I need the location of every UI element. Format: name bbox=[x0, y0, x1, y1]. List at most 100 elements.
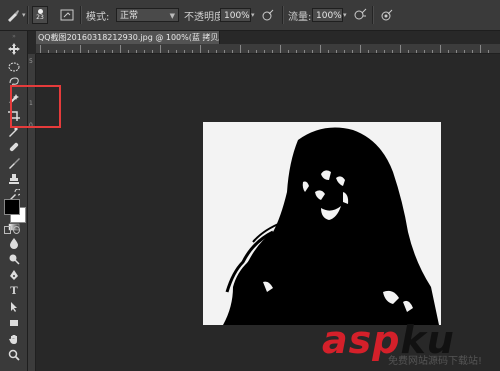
ruler-tick bbox=[416, 50, 417, 53]
pressure-size-button[interactable] bbox=[378, 5, 396, 25]
document-tab-title: QQ截图20160318212930.jpg @ 100%(蓝 拷贝/8) * bbox=[38, 33, 220, 42]
quick-mask-icon[interactable] bbox=[4, 226, 11, 234]
ruler-tick bbox=[464, 50, 465, 53]
pen-icon bbox=[10, 270, 18, 280]
brush-preview[interactable]: 23 bbox=[32, 6, 48, 24]
flow-label: 流量: bbox=[288, 11, 312, 23]
ruler-tick bbox=[280, 45, 281, 53]
clone-stamp-icon bbox=[9, 174, 19, 184]
ruler-tick bbox=[80, 45, 81, 53]
pen-pressure-icon bbox=[259, 6, 277, 24]
threshold-portrait-image bbox=[203, 122, 441, 325]
ruler-tick bbox=[208, 50, 209, 53]
ruler-tick bbox=[400, 45, 401, 53]
ruler-tick bbox=[352, 50, 353, 53]
path-select-tool[interactable] bbox=[0, 299, 28, 315]
document-canvas[interactable] bbox=[203, 122, 441, 325]
brush-size-picker[interactable]: 23 bbox=[32, 5, 48, 25]
ruler-tick bbox=[48, 50, 49, 53]
panel-collapse-icon[interactable]: » bbox=[0, 33, 28, 40]
mode-value: 正常 bbox=[120, 11, 139, 21]
document-tab[interactable]: QQ截图20160318212930.jpg @ 100%(蓝 拷贝/8) *× bbox=[36, 31, 220, 44]
dodge-tool[interactable] bbox=[0, 251, 28, 267]
flow-input[interactable]: 100% bbox=[312, 8, 343, 22]
dodge-icon bbox=[9, 254, 20, 265]
marquee-icon bbox=[8, 62, 20, 72]
ruler-tick bbox=[240, 45, 241, 53]
ruler-tick bbox=[392, 50, 393, 53]
ruler-tick bbox=[480, 45, 481, 53]
options-bar: ▾ 23 模式: 正常 ▼ 不透明度: 100% ▾ 流量: 100% ▾ bbox=[0, 0, 500, 31]
move-icon bbox=[8, 43, 20, 55]
foreground-color-swatch[interactable] bbox=[4, 199, 20, 215]
divider bbox=[372, 6, 374, 24]
type-tool[interactable]: T bbox=[0, 283, 28, 299]
ruler-tick bbox=[96, 50, 97, 53]
brush-icon bbox=[9, 158, 20, 169]
ruler-tick bbox=[104, 50, 105, 53]
ruler-tick bbox=[216, 50, 217, 53]
tool-preset-picker[interactable]: ▾ bbox=[4, 5, 26, 25]
ruler-tick bbox=[408, 50, 409, 53]
brush-panel-icon bbox=[58, 6, 76, 24]
hand-tool[interactable] bbox=[0, 331, 28, 347]
airbrush-icon bbox=[351, 6, 369, 24]
opacity-input[interactable]: 100% bbox=[220, 8, 251, 22]
ruler-tick bbox=[368, 50, 369, 53]
chevron-down-icon: ▾ bbox=[22, 11, 26, 19]
healing-brush-tool[interactable] bbox=[0, 139, 28, 155]
ruler-tick bbox=[432, 50, 433, 53]
marquee-tool[interactable] bbox=[0, 59, 28, 75]
ruler-tick bbox=[136, 50, 137, 53]
airbrush-button[interactable] bbox=[351, 5, 369, 25]
healing-brush-icon bbox=[9, 142, 19, 152]
ruler-tick bbox=[160, 45, 161, 53]
hand-icon bbox=[9, 335, 17, 344]
ruler-tick bbox=[456, 50, 457, 53]
ruler-tick bbox=[88, 50, 89, 53]
opacity-slider-toggle[interactable]: ▾ bbox=[251, 5, 255, 25]
blur-icon bbox=[10, 238, 18, 249]
watermark-caption: 免费网站源码下载站! bbox=[388, 356, 483, 367]
screen-mode-icon[interactable] bbox=[13, 226, 20, 234]
divider bbox=[27, 6, 29, 24]
blur-tool[interactable] bbox=[0, 235, 28, 251]
ruler-tick bbox=[144, 50, 145, 53]
path-select-icon bbox=[11, 302, 17, 312]
ruler-tick bbox=[360, 45, 361, 53]
pen-tool[interactable] bbox=[0, 267, 28, 283]
highlight-box bbox=[10, 85, 61, 128]
flow-value: 100% bbox=[316, 11, 342, 21]
ruler-tick bbox=[184, 50, 185, 53]
ruler-tick bbox=[232, 50, 233, 53]
ruler-tick bbox=[296, 50, 297, 53]
ruler-tick bbox=[448, 50, 449, 53]
pen-pressure-size-icon bbox=[378, 6, 396, 24]
ruler-tick bbox=[488, 50, 489, 53]
divider bbox=[80, 6, 82, 24]
brush-tool[interactable] bbox=[0, 155, 28, 171]
mode-select[interactable]: 正常 ▼ bbox=[116, 8, 179, 22]
flow-slider-toggle[interactable]: ▾ bbox=[343, 5, 347, 25]
chevron-down-icon: ▼ bbox=[169, 12, 175, 20]
ruler-tick bbox=[424, 50, 425, 53]
zoom-tool[interactable] bbox=[0, 347, 28, 363]
ruler-tick bbox=[440, 45, 441, 53]
ruler-tick bbox=[152, 50, 153, 53]
move-tool[interactable] bbox=[0, 41, 28, 57]
clone-stamp-tool[interactable] bbox=[0, 171, 28, 187]
ruler-tick bbox=[40, 45, 41, 53]
shape-tool[interactable] bbox=[0, 315, 28, 331]
pressure-opacity-button[interactable] bbox=[259, 5, 277, 25]
ruler-tick bbox=[312, 50, 313, 53]
brush-panel-toggle[interactable] bbox=[58, 5, 76, 25]
ruler-tick bbox=[328, 50, 329, 53]
ruler-tick bbox=[472, 50, 473, 53]
zoom-icon bbox=[8, 349, 20, 361]
mode-label: 模式: bbox=[86, 11, 110, 23]
ruler-tick bbox=[248, 50, 249, 53]
ruler-tick bbox=[336, 50, 337, 53]
ruler-tick bbox=[288, 50, 289, 53]
horizontal-ruler bbox=[36, 44, 500, 54]
ruler-tick bbox=[176, 50, 177, 53]
